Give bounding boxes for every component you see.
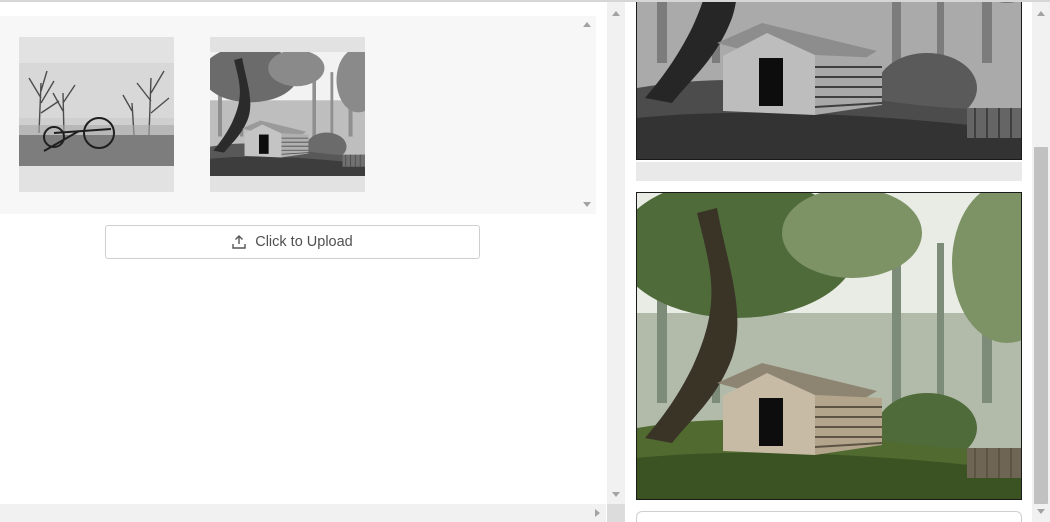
- left-pane-horizontal-scrollbar[interactable]: [0, 504, 606, 522]
- foggy-field-hay-rake-photo: [19, 63, 174, 166]
- gallery-scrollbar[interactable]: [578, 16, 596, 214]
- thumbnail-gallery: [0, 16, 596, 214]
- viewer-image-grayscale[interactable]: [636, 2, 1022, 160]
- grayscale-log-cabin-photo: [210, 52, 365, 176]
- right-pane-vertical-scrollbar[interactable]: [1032, 2, 1050, 522]
- left-pane-vertical-scrollbar[interactable]: [607, 2, 625, 504]
- grayscale-log-cabin-photo-large: [637, 2, 1021, 159]
- upload-button[interactable]: Click to Upload: [105, 225, 480, 259]
- scroll-right-arrow-icon[interactable]: [595, 509, 600, 517]
- image-caption-bar: [636, 162, 1022, 181]
- scrollbar-corner: [607, 504, 625, 522]
- scroll-down-arrow-icon[interactable]: [583, 202, 591, 207]
- next-image-frame: [636, 511, 1022, 522]
- upload-button-label: Click to Upload: [255, 234, 353, 250]
- viewer-image-color[interactable]: [636, 192, 1022, 500]
- gallery-item-cabin[interactable]: [210, 37, 365, 192]
- gallery-item-hay-rake[interactable]: [19, 37, 174, 192]
- scroll-up-arrow-icon[interactable]: [583, 22, 591, 27]
- upload-panel: Click to Upload: [0, 2, 606, 522]
- scroll-down-arrow-icon[interactable]: [1037, 509, 1045, 514]
- scroll-up-arrow-icon[interactable]: [612, 11, 620, 16]
- scroll-up-arrow-icon[interactable]: [1037, 11, 1045, 16]
- image-viewer-panel: [626, 2, 1032, 522]
- app-root: Click to Upload: [0, 0, 1050, 522]
- scroll-down-arrow-icon[interactable]: [612, 492, 620, 497]
- upload-icon: [232, 235, 246, 249]
- color-log-cabin-photo-large: [637, 193, 1021, 499]
- scrollbar-thumb[interactable]: [1034, 147, 1048, 504]
